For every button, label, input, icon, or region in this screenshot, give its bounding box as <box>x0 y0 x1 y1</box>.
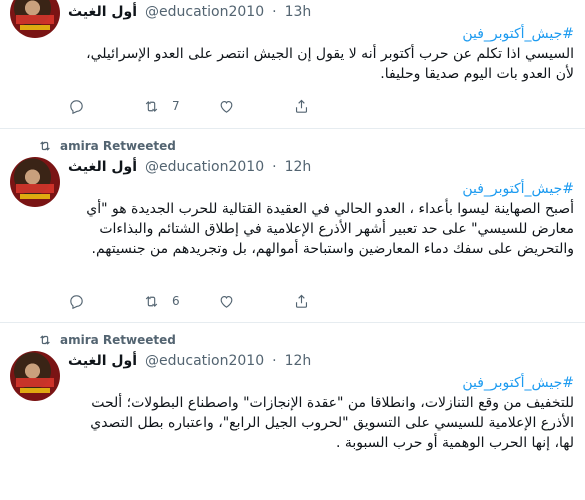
retweeted-by[interactable]: amira Retweeted <box>60 333 176 347</box>
user-handle[interactable]: @education2010 <box>145 353 264 369</box>
user-handle[interactable]: @education2010 <box>145 159 264 175</box>
user-name[interactable]: أول الغيث <box>68 4 137 20</box>
reply-button[interactable] <box>68 98 143 115</box>
retweet-icon <box>145 295 158 307</box>
tweet-actions: 6 <box>68 291 368 311</box>
retweet-count: 6 <box>172 294 180 308</box>
reply-icon <box>70 99 83 114</box>
retweet-icon <box>40 141 50 151</box>
tweet[interactable]: amira Retweeted أول الغيث @education2010… <box>0 323 585 500</box>
reply-icon <box>70 294 83 309</box>
retweet-button[interactable]: 7 <box>143 98 218 115</box>
tweet-body: للتخفيف من وقع التنازلات، وانطلاقا من "ع… <box>90 395 574 451</box>
like-button[interactable] <box>218 293 293 310</box>
retweet-indicator: amira Retweeted <box>38 137 176 155</box>
tweet-text: #جيش_أكتوبر_فين أصبح الصهاينة ليسوا بأعد… <box>68 179 574 259</box>
heart-icon <box>220 100 233 113</box>
avatar[interactable] <box>10 351 60 401</box>
hashtag-link[interactable]: #جيش_أكتوبر_فين <box>68 373 574 393</box>
hashtag-link[interactable]: #جيش_أكتوبر_فين <box>68 179 574 199</box>
share-icon <box>295 99 308 113</box>
tweet-body: السيسي اذا تكلم عن حرب أكتوبر أنه لا يقو… <box>86 46 574 82</box>
tweet-header: أول الغيث @education2010 · 12h <box>68 351 311 371</box>
hashtag-link[interactable]: #جيش_أكتوبر_فين <box>68 24 574 44</box>
share-button[interactable] <box>293 293 368 310</box>
avatar[interactable] <box>10 157 60 207</box>
tweet-text: #جيش_أكتوبر_فين السيسي اذا تكلم عن حرب أ… <box>68 24 574 84</box>
retweet-indicator: amira Retweeted <box>38 331 176 349</box>
retweet-button[interactable]: 6 <box>143 293 218 310</box>
separator-dot: · <box>272 4 277 20</box>
share-button[interactable] <box>293 98 368 115</box>
tweet-header: أول الغيث @education2010 · 13h <box>68 2 311 22</box>
timestamp[interactable]: 12h <box>285 159 312 175</box>
retweet-icon <box>145 100 158 112</box>
separator-dot: · <box>272 159 277 175</box>
timestamp[interactable]: 13h <box>285 4 312 20</box>
reply-button[interactable] <box>68 293 143 310</box>
user-name[interactable]: أول الغيث <box>68 353 137 369</box>
heart-icon <box>220 295 233 308</box>
retweeted-by[interactable]: amira Retweeted <box>60 139 176 153</box>
tweet-header: أول الغيث @education2010 · 12h <box>68 157 311 177</box>
like-button[interactable] <box>218 98 293 115</box>
retweet-count: 7 <box>172 99 180 113</box>
tweet-text: #جيش_أكتوبر_فين للتخفيف من وقع التنازلات… <box>68 373 574 453</box>
timestamp[interactable]: 12h <box>285 353 312 369</box>
avatar[interactable] <box>10 0 60 38</box>
user-handle[interactable]: @education2010 <box>145 4 264 20</box>
separator-dot: · <box>272 353 277 369</box>
tweet-body: أصبح الصهاينة ليسوا بأعداء ، العدو الحال… <box>86 201 574 257</box>
tweet[interactable]: أول الغيث @education2010 · 13h #جيش_أكتو… <box>0 0 585 128</box>
retweet-icon <box>40 335 50 345</box>
tweet[interactable]: amira Retweeted أول الغيث @education2010… <box>0 129 585 322</box>
tweet-actions: 7 <box>68 96 368 116</box>
user-name[interactable]: أول الغيث <box>68 159 137 175</box>
share-icon <box>295 294 308 308</box>
